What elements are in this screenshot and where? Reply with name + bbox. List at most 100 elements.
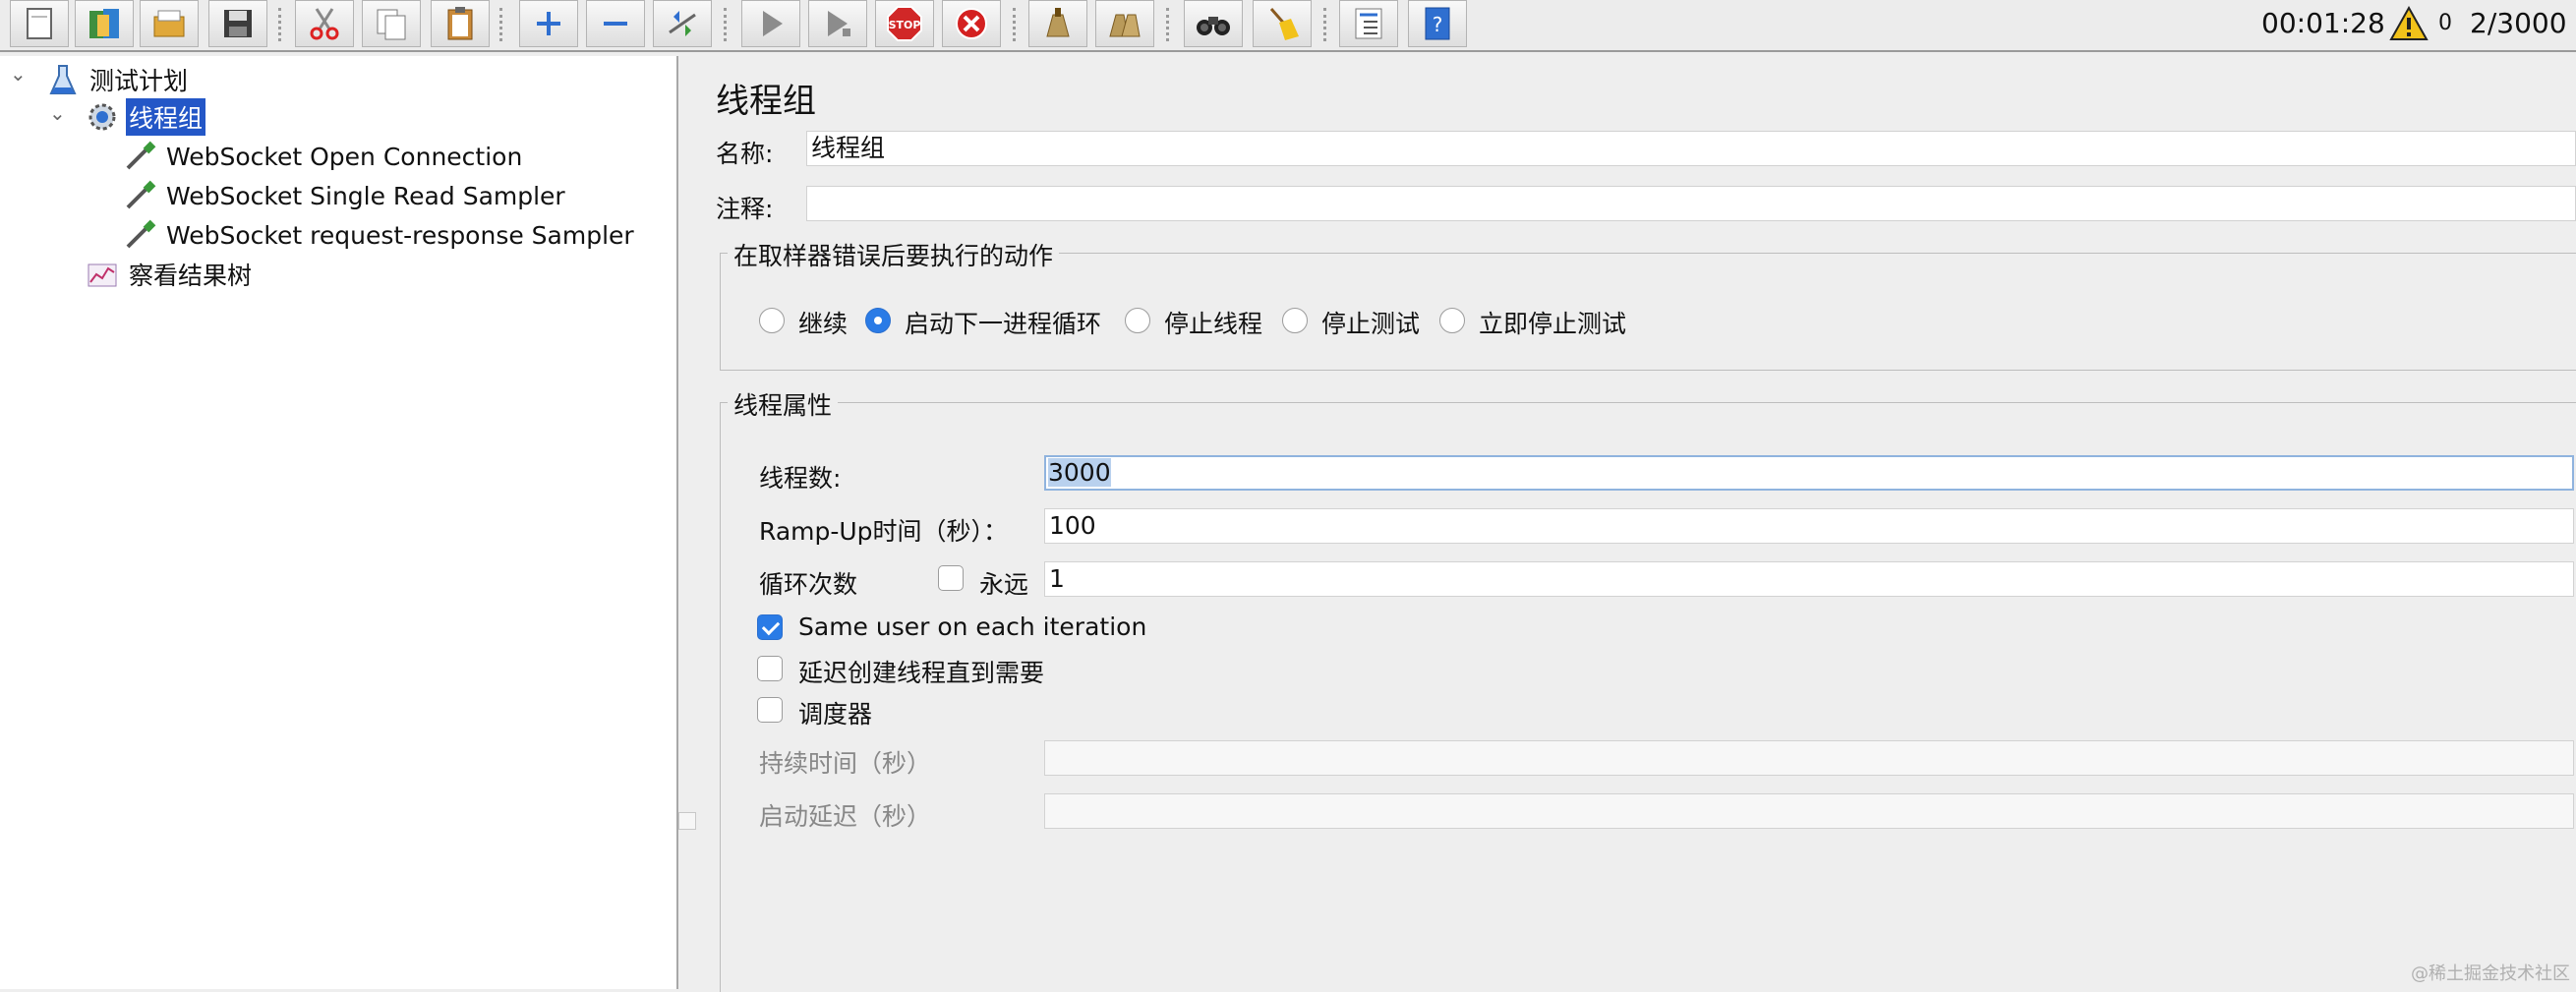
- tree-node-thread-group[interactable]: 线程组: [85, 98, 206, 136]
- stop-label: STOP: [889, 19, 921, 31]
- start-no-pauses-button[interactable]: [808, 0, 867, 47]
- rampup-label: Ramp-Up时间（秒）：: [759, 517, 1009, 546]
- templates-icon: [89, 9, 119, 38]
- expand-button[interactable]: [519, 0, 578, 47]
- save-button[interactable]: [208, 0, 267, 47]
- start-button[interactable]: [741, 0, 800, 47]
- delay-thread-creation-checkbox[interactable]: [757, 656, 783, 681]
- tree-node-ws-request-response[interactable]: WebSocket request-response Sampler: [122, 217, 637, 253]
- loop-count-field[interactable]: 1: [1044, 561, 2574, 597]
- templates-button[interactable]: [75, 0, 134, 47]
- tree-node-ws-open[interactable]: WebSocket Open Connection: [122, 139, 525, 174]
- function-helper-button[interactable]: [1339, 0, 1398, 47]
- expand-plus-icon: [537, 12, 560, 35]
- toggle-button[interactable]: [653, 0, 712, 47]
- elapsed-time: 00:01:28: [2261, 7, 2385, 39]
- startup-delay-label: 启动延迟（秒）: [759, 802, 932, 831]
- toolbar: STOP ? 00:01:28 0 2/3000: [0, 0, 2576, 52]
- tree-node-results-tree[interactable]: 察看结果树: [85, 257, 255, 292]
- clear-icon: [1046, 8, 1070, 37]
- radio-stop-test-now-label: 立即停止测试: [1479, 310, 1627, 338]
- help-icon: ?: [1425, 7, 1450, 40]
- copy-icon: [377, 9, 406, 40]
- clear-all-button[interactable]: [1095, 0, 1154, 47]
- shutdown-button[interactable]: [942, 0, 1001, 47]
- sampler-pipette-icon: [122, 139, 157, 174]
- name-field[interactable]: 线程组: [806, 131, 2576, 166]
- sampler-pipette-icon: [122, 178, 157, 213]
- reset-search-broom-icon: [1269, 8, 1299, 40]
- stop-icon: STOP: [887, 6, 922, 41]
- error-action-title: 在取样器错误后要执行的动作: [728, 237, 1060, 272]
- warning-count: 0: [2438, 11, 2452, 35]
- watermark: @稀土掘金技术社区: [2411, 963, 2570, 984]
- scheduler-label: 调度器: [798, 700, 873, 729]
- new-document-icon: [27, 8, 52, 39]
- start-icon: [763, 11, 783, 36]
- save-icon: [224, 10, 252, 37]
- toolbar-separator: [278, 8, 281, 41]
- radio-stop-test-now[interactable]: [1439, 308, 1465, 333]
- warning-icon[interactable]: [2389, 4, 2429, 43]
- toolbar-separator: [1166, 8, 1169, 41]
- comment-field[interactable]: [806, 186, 2576, 221]
- help-button[interactable]: ?: [1408, 0, 1467, 47]
- radio-stop-test-label: 停止测试: [1321, 310, 1421, 338]
- toolbar-separator: [1013, 8, 1016, 41]
- listener-graph-icon: [85, 257, 120, 292]
- cut-button[interactable]: [295, 0, 354, 47]
- radio-start-next-loop-label: 启动下一进程循环: [905, 310, 1102, 338]
- tree-node-test-plan[interactable]: 测试计划: [45, 62, 191, 97]
- clear-all-icon: [1109, 14, 1141, 37]
- tree-node-label: WebSocket request-response Sampler: [166, 220, 634, 250]
- tree-node-label: 察看结果树: [129, 262, 253, 290]
- radio-continue[interactable]: [759, 308, 785, 333]
- radio-start-next-loop[interactable]: [865, 308, 891, 333]
- threads-field[interactable]: 3000: [1044, 455, 2574, 491]
- cut-icon: [310, 8, 339, 40]
- thread-group-gear-icon: [85, 99, 120, 135]
- duration-field[interactable]: [1044, 740, 2574, 776]
- stop-button[interactable]: STOP: [875, 0, 934, 47]
- chevron-down-icon[interactable]: ⌄: [10, 62, 27, 86]
- threads-value: 3000: [1048, 458, 1111, 487]
- test-plan-tree[interactable]: ⌄ 测试计划 ⌄ 线程组 WebSocket Open Connection W…: [0, 56, 678, 989]
- help-glyph: ?: [1433, 13, 1443, 36]
- start-no-pauses-icon: [828, 11, 850, 36]
- reset-search-button[interactable]: [1253, 0, 1312, 47]
- open-button[interactable]: [140, 0, 199, 47]
- search-binoculars-icon: [1197, 17, 1230, 35]
- name-label: 名称:: [716, 140, 774, 168]
- comment-label: 注释:: [716, 195, 774, 223]
- tree-node-ws-single-read[interactable]: WebSocket Single Read Sampler: [122, 178, 568, 213]
- search-button[interactable]: [1184, 0, 1243, 47]
- paste-button[interactable]: [431, 0, 490, 47]
- tree-node-label: 测试计划: [89, 67, 189, 95]
- startup-delay-field[interactable]: [1044, 793, 2574, 829]
- radio-stop-thread[interactable]: [1125, 308, 1150, 333]
- duration-label: 持续时间（秒）: [759, 749, 932, 778]
- open-folder-icon: [153, 10, 185, 37]
- threads-label: 线程数:: [759, 464, 842, 493]
- scheduler-checkbox[interactable]: [757, 697, 783, 723]
- rampup-field[interactable]: 100: [1044, 508, 2574, 544]
- active-threads: 2/3000: [2470, 7, 2567, 39]
- forever-checkbox[interactable]: [938, 565, 964, 591]
- same-user-checkbox[interactable]: [757, 614, 783, 640]
- new-button[interactable]: [10, 0, 69, 47]
- chevron-down-icon[interactable]: ⌄: [49, 101, 66, 125]
- clear-button[interactable]: [1028, 0, 1087, 47]
- collapse-button[interactable]: [586, 0, 645, 47]
- radio-stop-test[interactable]: [1282, 308, 1308, 333]
- toggle-icon: [669, 11, 696, 36]
- thread-properties-group: [720, 402, 2576, 992]
- tree-node-label: WebSocket Single Read Sampler: [166, 181, 565, 210]
- copy-button[interactable]: [362, 0, 421, 47]
- loop-count-label: 循环次数: [759, 570, 858, 599]
- paste-icon: [447, 7, 473, 40]
- splitter-handle[interactable]: [678, 812, 696, 830]
- toolbar-separator: [724, 8, 727, 41]
- sampler-pipette-icon: [122, 217, 157, 253]
- toolbar-separator: [1323, 8, 1326, 41]
- tree-node-label: 线程组: [126, 98, 206, 136]
